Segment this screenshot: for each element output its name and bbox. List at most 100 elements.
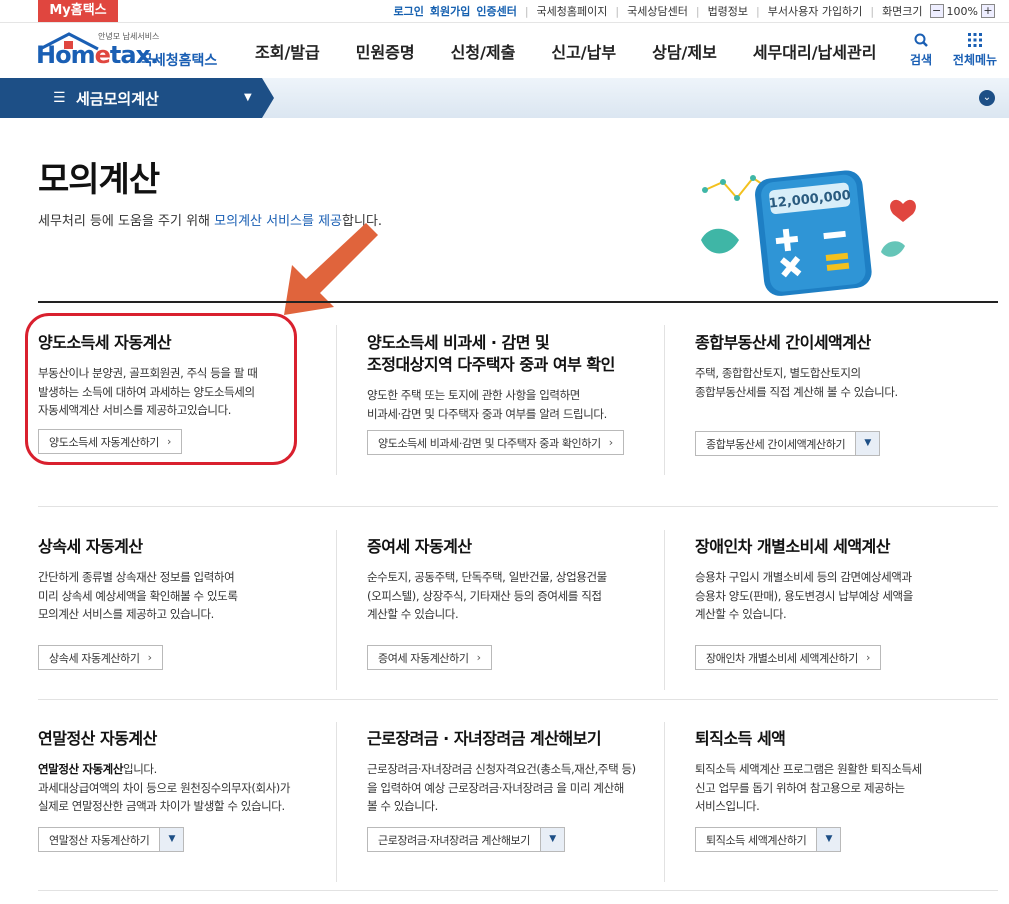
- card-cgt-exemption-check: 양도소득세 비과세 · 감면 및 조정대상지역 다주택자 중과 여부 확인 양도…: [367, 332, 667, 423]
- button-label: 연말정산 자동계산하기: [49, 833, 150, 847]
- desc-line: 승용차 구입시 개별소비세 등의 감면예상세액과: [695, 570, 912, 584]
- logo-part-e: e: [94, 41, 111, 69]
- chevron-down-icon[interactable]: ▼: [244, 92, 252, 103]
- card-year-end-settlement: 연말정산 자동계산 연말정산 자동계산입니다. 과세대상급여액의 차이 등으로 …: [38, 728, 338, 816]
- card-retirement-income-tax: 퇴직소득 세액 퇴직소득 세액계산 프로그램은 원활한 퇴직소득세 신고 업무를…: [695, 728, 995, 816]
- card-description: 간단하게 종류별 상속재산 정보를 입력하여 미리 상속세 예상세액을 확인해볼…: [38, 568, 338, 624]
- divider: |: [870, 4, 875, 18]
- desc-bold: 연말정산 자동계산: [38, 762, 124, 776]
- signup-link[interactable]: 회원가입: [430, 3, 470, 19]
- hometax-logo[interactable]: 안녕모 납세서비스 Hometax. 국세청홈택스: [36, 29, 221, 73]
- card-description: 양도한 주택 또는 토지에 관한 사항을 입력하면 비과세·감면 및 다주택자 …: [367, 386, 667, 423]
- desc-line: 과세대상급여액의 차이 등으로 원천징수의무자(회사)가: [38, 780, 291, 795]
- desc-line: 종합부동산세를 직접 계산해 볼 수 있습니다.: [695, 384, 898, 399]
- retirement-tax-calc-select[interactable]: 퇴직소득 세액계산하기 ▼: [695, 827, 842, 852]
- search-label: 검색: [909, 53, 933, 67]
- zoom-out-button[interactable]: −: [929, 4, 944, 18]
- card-description: 순수토지, 공동주택, 단독주택, 일반건물, 상업용건물 (오피스텔), 상장…: [367, 568, 667, 624]
- zoom-in-button[interactable]: +: [981, 4, 995, 18]
- desc-line: 볼 수 있습니다.: [367, 799, 438, 813]
- gift-tax-calc-button[interactable]: 증여세 자동계산하기 ›: [367, 645, 492, 670]
- zoom-value: 100%: [946, 4, 978, 18]
- vehicle-tax-calc-button[interactable]: 장애인차 개별소비세 세액계산하기 ›: [695, 645, 881, 670]
- nav-item-filing[interactable]: 신고/납부: [551, 39, 616, 63]
- card-gift-tax: 증여세 자동계산 순수토지, 공동주택, 단독주택, 일반건물, 상업용건물 (…: [367, 536, 667, 624]
- divider: |: [615, 4, 620, 18]
- inheritance-tax-calc-button[interactable]: 상속세 자동계산하기 ›: [38, 645, 163, 670]
- column-divider: [664, 530, 665, 690]
- my-hometax-button[interactable]: My홈택스: [38, 0, 118, 22]
- row-divider: [38, 699, 998, 700]
- year-end-calc-select[interactable]: 연말정산 자동계산하기 ▼: [38, 827, 185, 852]
- desc-line: 모의계산 서비스를 제공하고 있습니다.: [38, 607, 214, 621]
- annotation-arrow: [284, 223, 378, 315]
- card-title: 종합부동산세 간이세액계산: [695, 333, 871, 352]
- subnav-title[interactable]: 세금모의계산: [76, 88, 159, 109]
- desc-line: 근로장려금·자녀장려금 신청자격요건(총소득,재산,주택 등): [367, 762, 636, 776]
- desc-line: 계산할 수 있습니다.: [367, 607, 459, 621]
- dropdown-arrow-icon[interactable]: ▼: [816, 828, 841, 851]
- card-disabled-vehicle-tax: 장애인차 개별소비세 세액계산 승용차 구입시 개별소비세 등의 감면예상세액과…: [695, 536, 995, 624]
- card-inheritance-tax: 상속세 자동계산 간단하게 종류별 상속재산 정보를 입력하여 미리 상속세 예…: [38, 536, 338, 624]
- all-menu-button[interactable]: 전체메뉴: [948, 31, 1002, 68]
- highlight-circle-annotation: [25, 313, 297, 465]
- row-divider: [38, 506, 998, 507]
- divider: |: [756, 4, 760, 18]
- desc-line: 연말정산 자동계산입니다.: [38, 760, 338, 779]
- consult-center-link[interactable]: 국세상담센터: [627, 3, 688, 19]
- calculator-illustration: 12,000,000: [701, 170, 916, 296]
- chevron-right-icon: ›: [147, 651, 152, 664]
- search-button[interactable]: 검색: [905, 31, 937, 68]
- button-label: 상속세 자동계산하기: [49, 651, 140, 665]
- dept-user-signup-link[interactable]: 부서사용자 가입하기: [768, 3, 863, 19]
- column-divider: [664, 325, 665, 475]
- nav-item-agent[interactable]: 세무대리/납세관리: [753, 39, 877, 63]
- column-divider: [336, 530, 337, 690]
- column-divider: [336, 325, 337, 475]
- nts-homepage-link[interactable]: 국세청홈페이지: [537, 3, 608, 19]
- earned-income-credit-select[interactable]: 근로장려금·자녀장려금 계산해보기 ▼: [367, 827, 565, 852]
- card-title: 퇴직소득 세액: [695, 729, 786, 748]
- screen-size-label: 화면크기: [882, 5, 923, 18]
- nav-item-consult[interactable]: 상담/제보: [652, 39, 717, 63]
- real-estate-tax-calc-select[interactable]: 종합부동산세 간이세액계산하기 ▼: [695, 431, 881, 456]
- dropdown-arrow-icon[interactable]: ▼: [159, 828, 184, 851]
- expand-circle-icon[interactable]: ⌄: [979, 90, 995, 106]
- all-menu-label: 전체메뉴: [952, 53, 998, 67]
- desc-line: 간단하게 종류별 상속재산 정보를 입력하여: [38, 570, 235, 584]
- button-label: 장애인차 개별소비세 세액계산하기: [706, 651, 858, 665]
- desc-rest: 입니다.: [123, 762, 157, 776]
- dropdown-arrow-icon[interactable]: ▼: [855, 432, 880, 455]
- divider: |: [524, 4, 529, 18]
- desc-line: 양도한 주택 또는 토지에 관한 사항을 입력하면: [367, 388, 580, 402]
- button-label: 증여세 자동계산하기: [378, 651, 469, 665]
- column-divider: [336, 722, 337, 882]
- button-label: 양도소득세 비과세·감면 및 다주택자 중과 확인하기: [378, 436, 601, 450]
- button-label: 종합부동산세 간이세액계산하기: [706, 437, 846, 451]
- desc-line: 비과세·감면 및 다주택자 중과 여부를 알려 드립니다.: [367, 406, 607, 421]
- nav-item-inquiry[interactable]: 조회/발급: [255, 39, 320, 63]
- nav-item-certificate[interactable]: 민원증명: [356, 39, 415, 63]
- login-link[interactable]: 로그인: [393, 3, 423, 19]
- zoom-control: − 100% +: [929, 4, 995, 18]
- chevron-right-icon: ›: [866, 651, 870, 664]
- dropdown-arrow-icon[interactable]: ▼: [540, 828, 564, 851]
- subnav-arrow-shape: [262, 78, 274, 118]
- desc-line: 미리 상속세 예상세액을 확인해볼 수 있도록: [38, 588, 238, 603]
- desc-text: 세무처리 등에 도움을 주기 위해: [38, 214, 215, 229]
- nav-item-application[interactable]: 신청/제출: [451, 39, 516, 63]
- sub-navigation: ☰ 세금모의계산 ▼ ⌄: [0, 78, 1009, 118]
- desc-line: 계산할 수 있습니다.: [695, 607, 787, 621]
- cert-center-link[interactable]: 인증센터: [476, 3, 516, 19]
- law-info-link[interactable]: 법령정보: [708, 3, 748, 19]
- title-line: 양도소득세 비과세 · 감면 및: [367, 333, 550, 352]
- cgt-exemption-check-button[interactable]: 양도소득세 비과세·감면 및 다주택자 중과 확인하기 ›: [367, 430, 624, 455]
- header: 안녕모 납세서비스 Hometax. 국세청홈택스 조회/발급 민원증명 신청/…: [0, 22, 1009, 78]
- card-description: 근로장려금·자녀장려금 신청자격요건(총소득,재산,주택 등) 을 입력하여 예…: [367, 760, 667, 816]
- card-title: 양도소득세 비과세 · 감면 및 조정대상지역 다주택자 중과 여부 확인: [367, 332, 667, 376]
- button-label: 퇴직소득 세액계산하기: [706, 833, 807, 847]
- logo-part: Hom: [36, 41, 96, 69]
- desc-line: 을 입력하여 예상 근로장려금·자녀장려금 을 미리 계산해: [367, 780, 624, 795]
- column-divider: [664, 722, 665, 882]
- desc-line: 승용차 양도(판매), 용도변경시 납부예상 세액을: [695, 588, 913, 603]
